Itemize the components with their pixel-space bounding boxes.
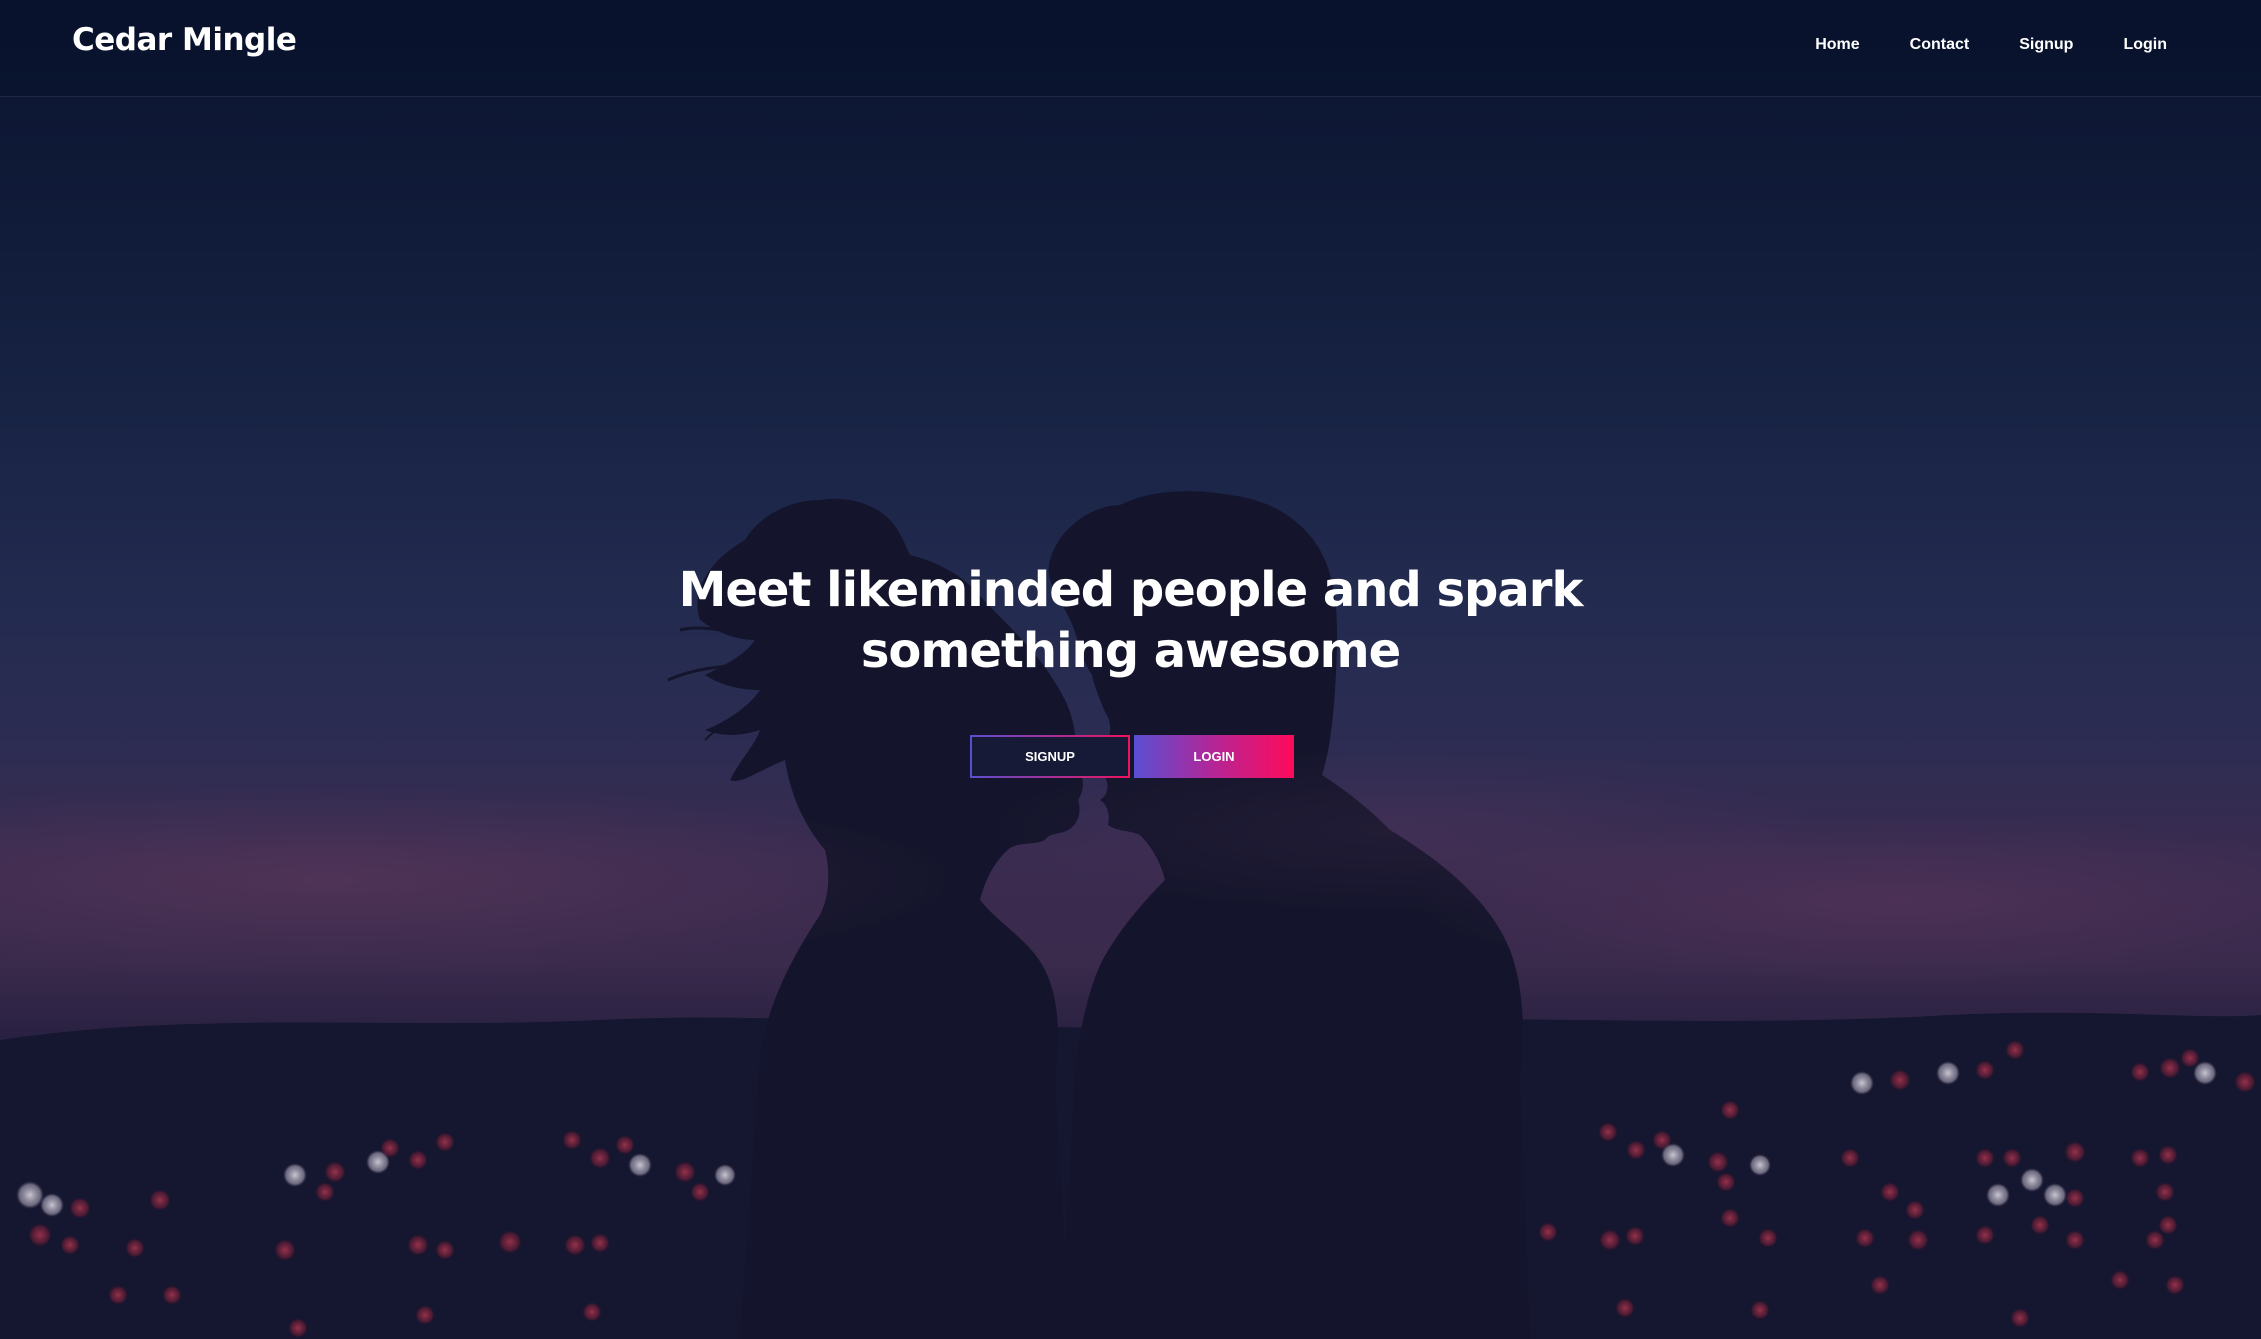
- nav-link-login[interactable]: Login: [2123, 36, 2167, 54]
- nav-link-contact[interactable]: Contact: [1910, 36, 1970, 54]
- brand-logo-link[interactable]: Cedar Mingle: [72, 22, 297, 58]
- nav-links: Home Contact Signup Login: [1765, 36, 2167, 54]
- login-button[interactable]: LOGIN: [1134, 735, 1294, 778]
- signup-button[interactable]: SIGNUP: [970, 735, 1130, 778]
- hero-headline: Meet likeminded people and spark somethi…: [0, 560, 2261, 682]
- hero-headline-line-1: Meet likeminded people and spark: [678, 562, 1584, 618]
- hero-headline-line-2: something awesome: [860, 623, 1401, 679]
- nav-link-home[interactable]: Home: [1815, 36, 1859, 54]
- nav-link-signup[interactable]: Signup: [2019, 36, 2073, 54]
- top-navbar: Cedar Mingle Home Contact Signup Login: [0, 0, 2261, 97]
